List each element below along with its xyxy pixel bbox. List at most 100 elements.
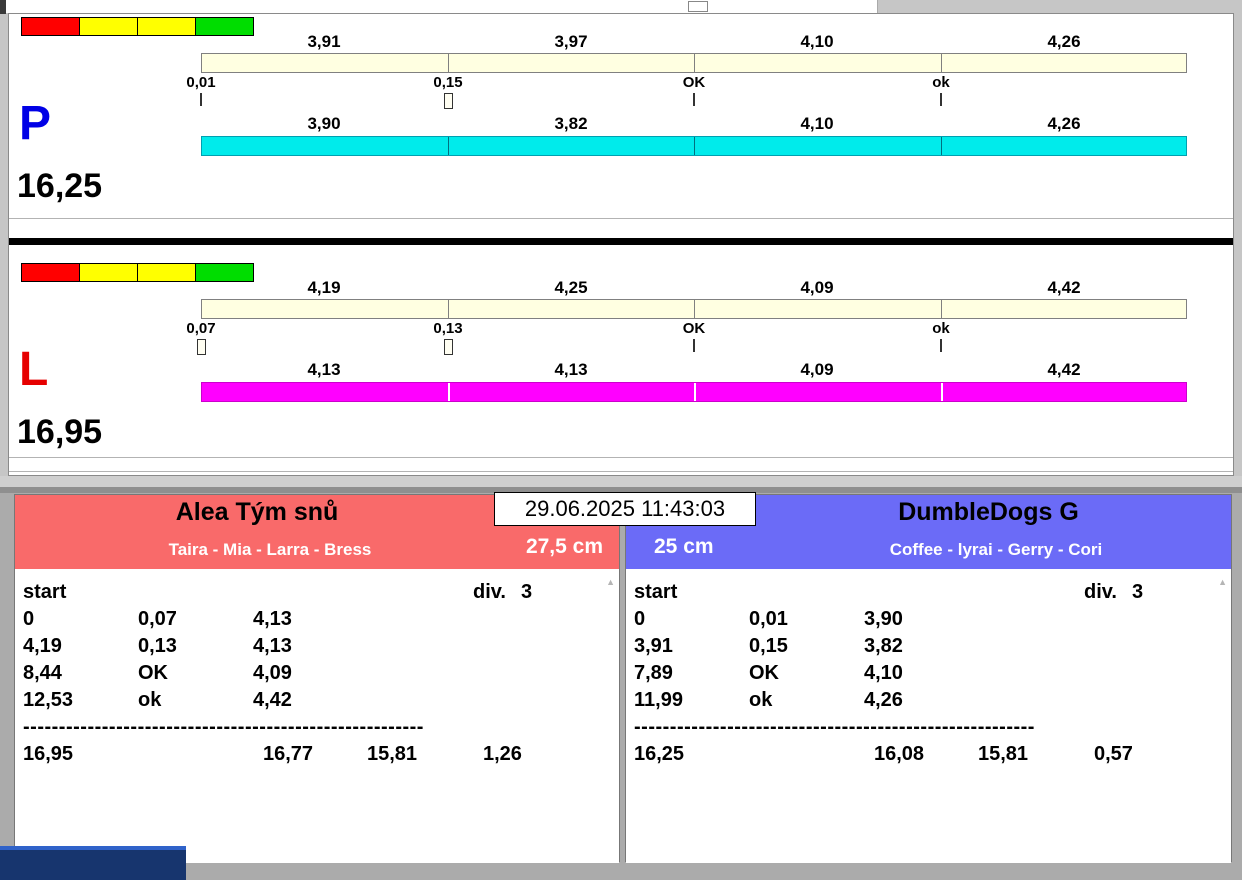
tick-marker xyxy=(940,339,942,352)
separator-line xyxy=(9,218,1233,219)
split-time: 4,10 xyxy=(800,32,834,51)
split-time: 4,26 xyxy=(1047,32,1081,51)
division-value: 3 xyxy=(1132,581,1144,603)
split-time: 3,97 xyxy=(554,32,588,51)
dog-time: 4,26 xyxy=(864,689,903,711)
totals-row: 16,25 16,08 15,81 0,57 xyxy=(626,743,1231,770)
reference-bar xyxy=(201,299,1187,319)
window-corner xyxy=(0,0,6,14)
cumulative-time: 12,53 xyxy=(23,689,74,711)
total-alt-1: 16,77 xyxy=(263,743,314,765)
light-yellow2-icon xyxy=(137,263,196,282)
results-body-left: ▲ start div. 3 0 0,07 4,13 4,19 0,13 4,1… xyxy=(15,569,619,863)
tick-marker xyxy=(443,339,453,355)
start-label: start xyxy=(23,581,67,603)
tick-label: 0,01 xyxy=(186,74,216,91)
tick-label: 0,07 xyxy=(186,320,216,337)
lane-divider xyxy=(9,238,1233,245)
lane-letter-p: P xyxy=(19,97,52,150)
crossing-value: ok xyxy=(138,689,162,711)
dog-time: 4,13 xyxy=(253,608,292,630)
region-strip xyxy=(0,476,1242,487)
reference-split-times: 3,91 3,97 4,10 4,26 xyxy=(201,32,1187,52)
crossing-value: ok xyxy=(749,689,773,711)
total-alt-2: 15,81 xyxy=(978,743,1029,765)
result-row: 7,89 OK 4,10 xyxy=(626,662,1231,689)
dog-time: 3,82 xyxy=(864,635,903,657)
total-diff: 0,57 xyxy=(1094,743,1133,765)
light-yellow2-icon xyxy=(137,17,196,36)
lane-p: 3,91 3,97 4,10 4,26 0,01 0,15 OK ok 3,90… xyxy=(9,14,1233,238)
toolbar-mini-button[interactable] xyxy=(688,1,708,12)
run-split-times: 3,90 3,82 4,10 4,26 xyxy=(201,114,1187,134)
split-time: 4,13 xyxy=(307,360,341,379)
cumulative-time: 0 xyxy=(634,608,646,630)
results-region: Alea Tým snů Taira - Mia - Larra - Bress… xyxy=(0,476,1242,880)
division-value: 3 xyxy=(521,581,533,603)
timing-window: 3,91 3,97 4,10 4,26 0,01 0,15 OK ok 3,90… xyxy=(8,13,1234,476)
jump-height: 27,5 cm xyxy=(525,535,603,558)
reference-bar xyxy=(201,53,1187,73)
result-header-row: start div. 3 xyxy=(15,581,619,608)
cumulative-time: 0 xyxy=(23,608,35,630)
tick-label: 0,13 xyxy=(433,320,463,337)
tick-marker xyxy=(443,93,453,109)
datetime-display: 29.06.2025 11:43:03 xyxy=(494,492,756,526)
light-yellow1-icon xyxy=(79,17,138,36)
separator-line xyxy=(9,457,1233,458)
crossing-value: 0,01 xyxy=(749,608,788,630)
lane-total-p: 16,25 xyxy=(17,167,103,205)
division-label: div. xyxy=(1084,581,1117,603)
team-dogs: Coffee - lyrai - Gerry - Cori xyxy=(889,540,1103,559)
division-label: div. xyxy=(473,581,506,603)
tick-label: OK xyxy=(682,74,706,91)
start-label: start xyxy=(634,581,678,603)
tick-marker xyxy=(940,93,942,106)
split-time: 4,42 xyxy=(1047,278,1081,297)
tick-label: ok xyxy=(932,320,950,337)
lane-l-bars: 4,19 4,25 4,09 4,42 0,07 0,13 OK ok 4,13… xyxy=(186,260,1187,484)
tick-label: ok xyxy=(932,74,950,91)
crossing-value: OK xyxy=(749,662,779,684)
result-row: 3,91 0,15 3,82 xyxy=(626,635,1231,662)
crossing-value: 0,07 xyxy=(138,608,177,630)
total-alt-2: 15,81 xyxy=(367,743,418,765)
run-bar-l xyxy=(201,382,1187,402)
tick-marker xyxy=(196,339,206,355)
result-row: 11,99 ok 4,26 xyxy=(626,689,1231,716)
run-bar-p xyxy=(201,136,1187,156)
lane-p-bars: 3,91 3,97 4,10 4,26 0,01 0,15 OK ok 3,90… xyxy=(186,14,1187,238)
split-time: 3,91 xyxy=(307,32,341,51)
toolbar-cutoff xyxy=(4,0,878,13)
jump-height: 25 cm xyxy=(654,535,714,558)
reference-split-times: 4,19 4,25 4,09 4,42 xyxy=(201,278,1187,298)
team-dogs: Taira - Mia - Larra - Bress xyxy=(168,540,372,559)
results-body-right: ▲ start div. 3 0 0,01 3,90 3,91 0,15 3,8… xyxy=(626,569,1231,863)
team-panel-right: DumbleDogs G Coffee - lyrai - Gerry - Co… xyxy=(625,494,1232,863)
result-row: 4,19 0,13 4,13 xyxy=(15,635,619,662)
dog-time: 3,90 xyxy=(864,608,903,630)
total-time: 16,25 xyxy=(634,743,685,765)
result-header-row: start div. 3 xyxy=(626,581,1231,608)
crossing-value: 0,15 xyxy=(749,635,788,657)
dog-time: 4,42 xyxy=(253,689,292,711)
dashed-separator: ----------------------------------------… xyxy=(634,716,1035,738)
taskbar-button[interactable] xyxy=(0,846,186,880)
cumulative-time: 8,44 xyxy=(23,662,62,684)
total-diff: 1,26 xyxy=(483,743,522,765)
tick-marker xyxy=(693,339,695,352)
crossing-value: OK xyxy=(138,662,168,684)
dashed-separator: ----------------------------------------… xyxy=(23,716,424,738)
split-time: 3,82 xyxy=(554,114,588,133)
tick-label: 0,15 xyxy=(433,74,463,91)
split-time: 4,42 xyxy=(1047,360,1081,379)
run-split-times: 4,13 4,13 4,09 4,42 xyxy=(201,360,1187,380)
lane-total-l: 16,95 xyxy=(17,413,103,451)
light-red-icon xyxy=(21,263,80,282)
split-time: 4,13 xyxy=(554,360,588,379)
lane-l: 4,19 4,25 4,09 4,42 0,07 0,13 OK ok 4,13… xyxy=(9,260,1233,484)
split-time: 4,26 xyxy=(1047,114,1081,133)
split-time: 4,09 xyxy=(800,278,834,297)
tick-marker xyxy=(200,93,202,106)
cumulative-time: 4,19 xyxy=(23,635,62,657)
